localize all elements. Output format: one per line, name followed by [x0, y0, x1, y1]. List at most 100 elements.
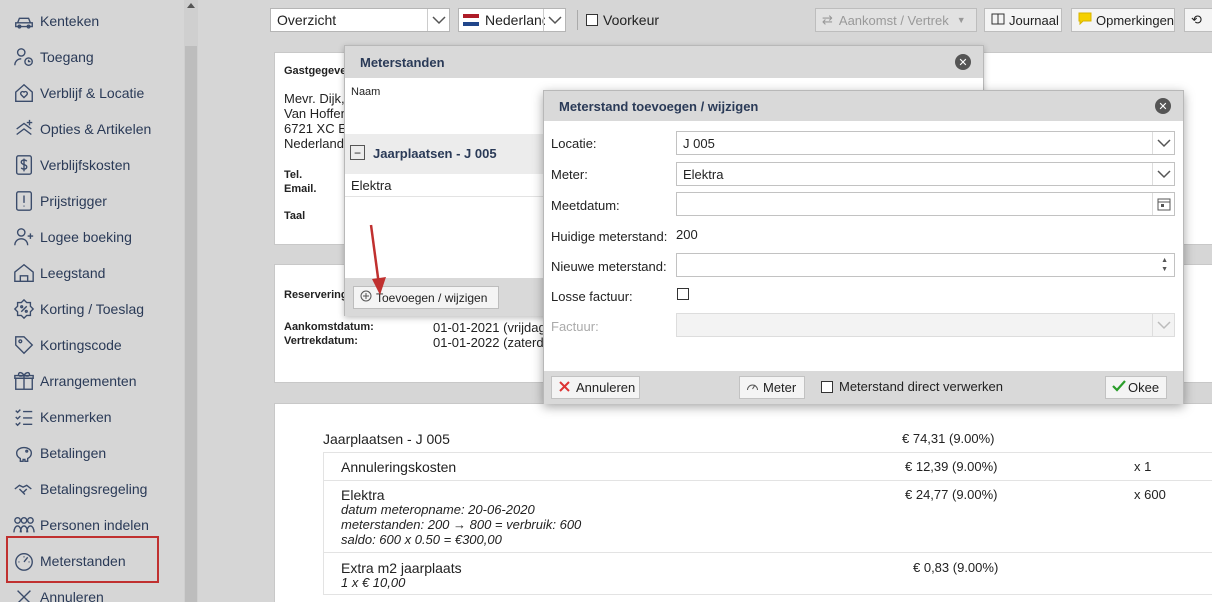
- meter-select[interactable]: Elektra: [676, 162, 1175, 186]
- sidebar-item-label: Toegang: [40, 49, 94, 65]
- cost-amount: € 0,83 (9.00%): [913, 560, 999, 575]
- handshake-icon: [10, 477, 38, 501]
- sidebar-item-personen-indelen[interactable]: Personen indelen: [10, 511, 180, 539]
- sidebar-item-verblijf-locatie[interactable]: Verblijf & Locatie: [10, 79, 180, 107]
- annuleren-label: Annuleren: [576, 380, 636, 395]
- cost-detail: datum meteropname: 20-06-2020: [341, 502, 535, 517]
- cost-name: Elektra: [341, 487, 385, 503]
- language-select[interactable]: Nederland: [458, 8, 566, 32]
- scroll-up-icon[interactable]: [187, 3, 195, 8]
- aankomst-vertrek-button[interactable]: ⇄ Aankomst / Vertrek ▼: [815, 8, 977, 32]
- sidebar-item-leegstand[interactable]: Leegstand: [10, 259, 180, 287]
- sidebar-item-label: Logee boeking: [40, 229, 132, 245]
- calendar-icon[interactable]: [1152, 193, 1174, 215]
- close-icon: [10, 585, 38, 602]
- view-select[interactable]: Overzicht: [270, 8, 450, 32]
- divider: [323, 552, 1212, 553]
- sidebar-item-kenteken[interactable]: Kenteken: [10, 7, 180, 35]
- meter-row-label[interactable]: Elektra: [351, 178, 391, 193]
- close-icon[interactable]: ✕: [1155, 98, 1171, 114]
- opmerkingen-label: Opmerkingen: [1096, 12, 1175, 28]
- sidebar-item-opties-artikelen[interactable]: Opties & Artikelen: [10, 115, 180, 143]
- options-plus-icon: [10, 117, 38, 141]
- sidebar-item-label: Prijstrigger: [40, 193, 107, 209]
- divider: [323, 452, 324, 595]
- collapse-icon[interactable]: −: [350, 145, 365, 160]
- chevron-down-icon[interactable]: [1152, 314, 1174, 336]
- losse-factuur-checkbox[interactable]: [677, 288, 689, 300]
- guest-country: Nederland: [284, 136, 344, 151]
- chevron-down-icon[interactable]: [1152, 132, 1174, 154]
- okee-label: Okee: [1128, 380, 1160, 395]
- scrollbar-thumb[interactable]: [185, 46, 197, 602]
- sidebar-item-korting-toeslag[interactable]: Korting / Toeslag: [10, 295, 180, 323]
- sidebar-item-label: Opties & Artikelen: [40, 121, 152, 137]
- nieuwe-stepper[interactable]: ▲ ▼: [676, 253, 1175, 277]
- toolbar: Overzicht Nederland Voorkeur ⇄ Aankomst …: [262, 0, 1212, 40]
- direct-verwerken-checkbox[interactable]: [821, 381, 833, 393]
- okee-button[interactable]: Okee: [1105, 376, 1167, 399]
- gauge-icon: [746, 380, 759, 395]
- sidebar-item-betalingsregeling[interactable]: Betalingsregeling: [10, 475, 180, 503]
- cost-detail: 1 x € 10,00: [341, 575, 406, 590]
- opmerkingen-button[interactable]: Opmerkingen: [1071, 8, 1175, 32]
- sidebar-item-prijstrigger[interactable]: Prijstrigger: [10, 187, 180, 215]
- sidebar-item-label: Arrangementen: [40, 373, 137, 389]
- divider: [323, 452, 1212, 453]
- chevron-down-icon[interactable]: [427, 9, 449, 31]
- sidebar-scrollbar[interactable]: [184, 0, 198, 602]
- sidebar-active-highlight: [6, 536, 159, 583]
- user-plus-icon: [10, 225, 38, 249]
- dialog-header: Meterstanden ✕: [345, 46, 983, 78]
- sidebar-item-logee-boeking[interactable]: Logee boeking: [10, 223, 180, 251]
- journaal-button[interactable]: Journaal: [984, 8, 1062, 32]
- sidebar-item-toegang[interactable]: Toegang: [10, 43, 180, 71]
- sidebar-item-betalingen[interactable]: Betalingen: [10, 439, 180, 467]
- meetdatum-label: Meetdatum:: [551, 198, 620, 213]
- chevron-down-icon[interactable]: [543, 9, 565, 31]
- checkmark-icon: [1112, 380, 1126, 395]
- history-icon: ⟲: [1191, 12, 1202, 27]
- gift-icon: [10, 369, 38, 393]
- home-heart-icon: [10, 81, 38, 105]
- dollar-icon: [10, 153, 38, 177]
- guest-city: 6721 XC E: [284, 121, 347, 136]
- sidebar-item-annuleren[interactable]: Annuleren: [10, 583, 180, 602]
- meter-button[interactable]: Meter: [739, 376, 805, 399]
- pointer-arrow-icon: [369, 224, 386, 295]
- close-icon[interactable]: ✕: [955, 54, 971, 70]
- stepper-arrows-icon[interactable]: ▲ ▼: [1161, 256, 1168, 274]
- sidebar-item-arrangementen[interactable]: Arrangementen: [10, 367, 180, 395]
- chevron-down-icon[interactable]: [1152, 163, 1174, 185]
- group-title: Jaarplaatsen - J 005: [373, 146, 497, 161]
- cost-qty: x 1: [1134, 459, 1152, 474]
- history-button[interactable]: ⟲: [1184, 8, 1212, 32]
- dialog-title: Meterstanden: [360, 54, 445, 70]
- sidebar-item-kortingscode[interactable]: Kortingscode: [10, 331, 180, 359]
- meetdatum-field[interactable]: [676, 192, 1175, 216]
- direct-verwerken-label: Meterstand direct verwerken: [839, 379, 1004, 394]
- voorkeur-checkbox[interactable]: [586, 14, 598, 26]
- vertrek-value: 01-01-2022 (zaterd: [433, 335, 544, 350]
- sidebar-item-label: Kenteken: [40, 13, 100, 29]
- costs-title: Jaarplaatsen - J 005: [323, 431, 450, 447]
- meter-label: Meter:: [551, 167, 588, 182]
- cost-detail: meterstanden: 200 → 800 = verbruik: 600: [341, 517, 582, 532]
- view-select-value: Overzicht: [277, 12, 337, 28]
- huidige-label: Huidige meterstand:: [551, 229, 668, 244]
- divider: [323, 594, 1212, 595]
- locatie-label: Locatie:: [551, 136, 597, 151]
- factuur-select[interactable]: [676, 313, 1175, 337]
- sidebar-item-label: Annuleren: [40, 589, 104, 602]
- locatie-select[interactable]: J 005: [676, 131, 1175, 155]
- journaal-label: Journaal: [1009, 12, 1059, 28]
- sidebar-item-verblijfskosten[interactable]: Verblijfskosten: [10, 151, 180, 179]
- voorkeur-toggle[interactable]: Voorkeur: [586, 12, 659, 28]
- aankomst-vertrek-label: Aankomst / Vertrek: [838, 12, 949, 28]
- costs-title-amount: € 74,31 (9.00%): [902, 431, 995, 446]
- tel-label: Tel.: [284, 169, 303, 181]
- cost-name: Annuleringskosten: [341, 459, 457, 475]
- annuleren-button[interactable]: Annuleren: [551, 376, 640, 399]
- sidebar-item-kenmerken[interactable]: Kenmerken: [10, 403, 180, 431]
- sidebar-item-label: Betalingsregeling: [40, 481, 148, 497]
